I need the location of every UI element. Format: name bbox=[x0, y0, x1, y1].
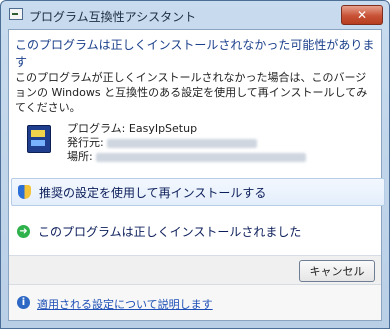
reinstall-option-label: 推奨の設定を使用して再インストールする bbox=[39, 185, 267, 200]
program-name-value: EasyIpSetup bbox=[128, 122, 198, 135]
help-link[interactable]: 適用される設定について説明します bbox=[37, 296, 213, 312]
program-info: プログラム: EasyIpSetup 発行元: 場所: bbox=[67, 122, 306, 164]
info-icon: i bbox=[17, 296, 30, 309]
headline: このプログラムは正しくインストールされなかった可能性があります bbox=[15, 38, 375, 69]
description: このプログラムが正しくインストールされなかった場合は、このバージョンの Wind… bbox=[15, 71, 368, 114]
installed-option-label: このプログラムは正しくインストールされました bbox=[38, 224, 302, 239]
publisher-value-redacted bbox=[106, 139, 257, 148]
reinstall-recommended-option[interactable]: 推奨の設定を使用して再インストールする bbox=[11, 178, 385, 206]
window-title: プログラム互換性アシスタント bbox=[29, 10, 197, 24]
close-button[interactable]: ✕ bbox=[341, 5, 383, 25]
dialog-content: このプログラムは正しくインストールされなかった可能性があります このプログラムが… bbox=[8, 29, 385, 321]
title-bar: プログラム互換性アシスタント ✕ bbox=[1, 1, 389, 29]
dialog-window: プログラム互換性アシスタント ✕ このプログラムは正しくインストールされなかった… bbox=[0, 0, 390, 329]
location-value-redacted bbox=[95, 153, 306, 162]
shield-icon bbox=[18, 185, 31, 199]
program-name-label: プログラム: bbox=[67, 122, 126, 135]
location-label: 場所: bbox=[67, 150, 93, 163]
program-icon bbox=[27, 125, 51, 153]
cancel-button[interactable]: キャンセル bbox=[299, 260, 375, 282]
green-arrow-icon: ➜ bbox=[17, 224, 30, 238]
publisher-label: 発行元: bbox=[67, 136, 104, 149]
app-icon bbox=[9, 8, 23, 20]
installed-correctly-option[interactable]: ➜ このプログラムは正しくインストールされました bbox=[11, 218, 383, 244]
help-bar: i 適用される設定について説明します bbox=[9, 284, 381, 320]
